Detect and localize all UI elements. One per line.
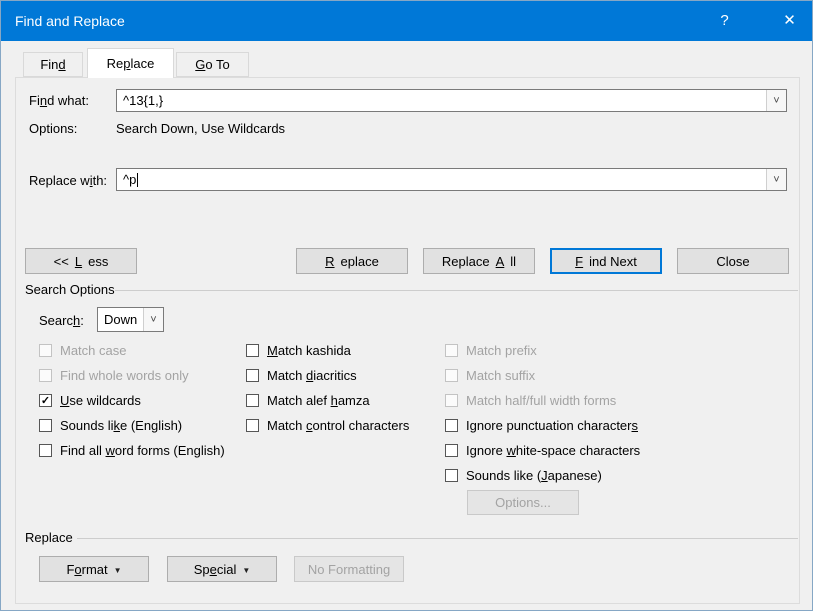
options-button: Options...: [467, 490, 579, 515]
format-button-label: Format: [66, 561, 108, 577]
checkbox-match-kashida[interactable]: Match kashida: [246, 341, 351, 359]
checkbox-match-alef-hamza[interactable]: Match alef hamza: [246, 391, 370, 409]
special-button-label: Special: [193, 561, 237, 577]
search-direction-select[interactable]: Down ˅: [97, 307, 164, 332]
checkbox-match-half-full-width-forms: Match half/full width forms: [445, 391, 616, 409]
checkbox-box: [246, 418, 259, 432]
tab-goto[interactable]: Go To: [176, 52, 249, 77]
checkbox-use-wildcards[interactable]: ✓ Use wildcards: [39, 391, 141, 409]
checkbox-box: [445, 368, 458, 382]
checkbox-label: Match control characters: [267, 417, 410, 433]
checkbox-box: [246, 393, 259, 407]
replace-button[interactable]: Replace: [296, 248, 408, 274]
dropdown-arrow-icon: ▼: [113, 565, 122, 575]
format-button[interactable]: Format ▼: [39, 556, 149, 582]
checkbox-box: [39, 343, 52, 357]
checkbox-match-diacritics[interactable]: Match diacritics: [246, 366, 357, 384]
replace-with-value: ^p: [123, 172, 137, 187]
checkbox-label: Use wildcards: [60, 392, 141, 408]
no-formatting-button: No Formatting: [294, 556, 404, 582]
checkbox-box: [246, 343, 259, 357]
less-button[interactable]: << Less: [25, 248, 137, 274]
find-what-label: Find what:: [29, 93, 89, 108]
special-button[interactable]: Special ▼: [167, 556, 277, 582]
checkbox-box: [445, 393, 458, 407]
checkbox-label: Match alef hamza: [267, 392, 370, 408]
replace-group-line: [77, 538, 798, 539]
checkbox-box: [445, 343, 458, 357]
chevron-down-icon[interactable]: ˅: [766, 90, 786, 111]
find-next-button[interactable]: Find Next: [550, 248, 662, 274]
replace-group-title: Replace: [25, 530, 73, 545]
checkbox-label: Match suffix: [466, 367, 536, 383]
checkbox-sounds-like-japanese[interactable]: Sounds like (Japanese): [445, 466, 602, 484]
find-replace-dialog: Find and Replace ? ✕ Find Replace Go To …: [0, 0, 813, 611]
tab-find[interactable]: Find: [23, 52, 83, 77]
checkbox-match-case: Match case: [39, 341, 126, 359]
search-direction-label: Search:: [39, 313, 84, 328]
dialog-title: Find and Replace: [15, 13, 125, 29]
checkbox-label: Match diacritics: [267, 367, 357, 383]
checkbox-label: Match half/full width forms: [466, 392, 617, 408]
find-what-combobox[interactable]: ^13{1,} ˅: [116, 89, 787, 112]
checkbox-box: [246, 368, 259, 382]
checkbox-label: Find whole words only: [60, 367, 189, 383]
replace-all-button[interactable]: Replace All: [423, 248, 535, 274]
help-icon[interactable]: ?: [702, 1, 747, 41]
close-icon[interactable]: ✕: [767, 1, 812, 41]
checkbox-match-prefix: Match prefix: [445, 341, 537, 359]
checkbox-find-whole-words-only: Find whole words only: [39, 366, 189, 384]
find-what-value: ^13{1,}: [123, 93, 164, 108]
checkbox-find-all-word-forms[interactable]: Find all word forms (English): [39, 441, 225, 459]
search-options-group-title: Search Options: [25, 282, 115, 297]
checkbox-box: [39, 368, 52, 382]
checkbox-box: [39, 443, 52, 457]
checkbox-ignore-punctuation[interactable]: Ignore punctuation characters: [445, 416, 638, 434]
checkbox-ignore-whitespace[interactable]: Ignore white-space characters: [445, 441, 640, 459]
replace-with-combobox[interactable]: ^p ˅: [116, 168, 787, 191]
checkbox-sounds-like-english[interactable]: Sounds like (English): [39, 416, 182, 434]
text-caret: [137, 172, 139, 187]
checkbox-match-suffix: Match suffix: [445, 366, 535, 384]
checkbox-label: Find all word forms (English): [60, 442, 225, 458]
checkbox-box: [445, 468, 458, 482]
checkbox-box: [445, 443, 458, 457]
check-icon: ✓: [39, 393, 52, 407]
tab-page: [15, 77, 800, 604]
dropdown-arrow-icon: ▼: [242, 565, 251, 575]
checkbox-label: Sounds like (Japanese): [466, 467, 602, 483]
checkbox-box: [39, 418, 52, 432]
options-value: Search Down, Use Wildcards: [116, 121, 286, 136]
search-direction-value: Down: [104, 312, 138, 327]
replace-with-label: Replace with:: [29, 173, 108, 188]
tab-replace[interactable]: Replace: [87, 48, 174, 78]
chevron-down-icon[interactable]: ˅: [143, 308, 163, 331]
options-label: Options:: [29, 121, 78, 136]
chevron-down-icon[interactable]: ˅: [766, 169, 786, 190]
checkbox-label: Sounds like (English): [60, 417, 183, 433]
search-options-group-line: [115, 290, 798, 291]
checkbox-match-control-characters[interactable]: Match control characters: [246, 416, 409, 434]
checkbox-label: Ignore punctuation characters: [466, 417, 638, 433]
checkbox-label: Match case: [60, 342, 127, 358]
titlebar[interactable]: Find and Replace ? ✕: [1, 1, 812, 41]
checkbox-label: Ignore white-space characters: [466, 442, 641, 458]
checkbox-label: Match prefix: [466, 342, 537, 358]
close-button[interactable]: Close: [677, 248, 789, 274]
checkbox-box: [445, 418, 458, 432]
checkbox-label: Match kashida: [267, 342, 351, 358]
